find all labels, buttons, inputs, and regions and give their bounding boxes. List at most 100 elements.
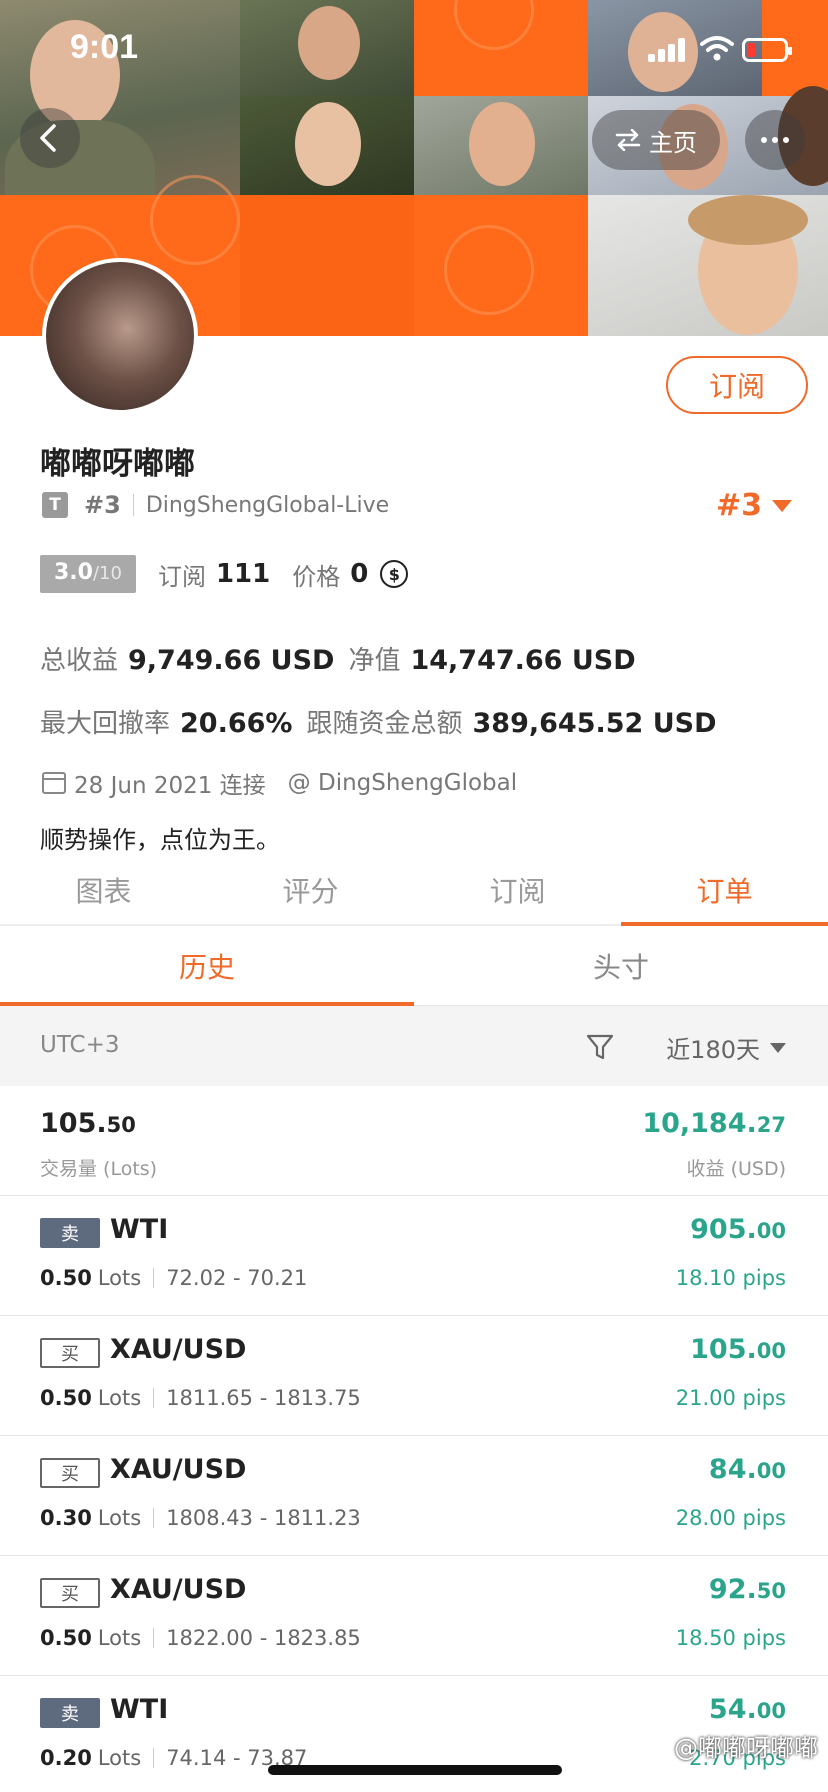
order-profit-int: 105.: [690, 1334, 757, 1365]
order-detail: 0.50 Lots 1811.65 - 1813.75: [40, 1386, 361, 1410]
equity-value: 14,747.66 USD: [410, 645, 636, 676]
subscribers-label: 订阅: [157, 562, 206, 591]
tab-rating[interactable]: 评分: [207, 862, 414, 924]
home-indicator[interactable]: [268, 1765, 562, 1775]
order-side-badge: 买: [40, 1338, 100, 1368]
total-lots-int: 105.: [40, 1108, 107, 1139]
home-button-label: 主页: [649, 128, 697, 157]
more-dot: [772, 137, 778, 143]
subtab-positions[interactable]: 头寸: [414, 928, 828, 1005]
order-detail: 0.30 Lots 1808.43 - 1811.23: [40, 1506, 361, 1530]
more-options-button[interactable]: [745, 110, 805, 170]
join-date: 28 Jun 2021 连接: [74, 773, 266, 799]
order-profit: 92.50: [709, 1574, 786, 1605]
status-bar: 9:01: [0, 0, 828, 96]
tab-chart[interactable]: 图表: [0, 862, 207, 924]
order-price-range: 72.02 - 70.21: [166, 1266, 308, 1290]
divider: [132, 494, 134, 516]
profile-name: 嘟嘟呀嘟嘟: [40, 446, 195, 482]
banner-photo: [240, 96, 414, 196]
order-lots-unit: Lots: [97, 1746, 142, 1770]
total-profit-dec: 27: [756, 1113, 786, 1137]
order-pips: 21.00 pips: [675, 1386, 786, 1410]
subtab-history[interactable]: 历史: [0, 928, 414, 1006]
tab-subscribe[interactable]: 订阅: [414, 862, 621, 924]
total-profit-value: 9,749.66 USD: [128, 645, 335, 676]
filter-bar: UTC+3 近180天: [0, 1006, 828, 1086]
follow-funds-label: 跟随资金总额: [306, 709, 463, 739]
filter-icon[interactable]: [585, 1032, 615, 1062]
follow-funds-value: 389,645.52 USD: [472, 708, 717, 739]
type-badge: T: [42, 492, 68, 518]
profit-row: 总收益 9,749.66 USD 净值 14,747.66 USD: [40, 640, 650, 677]
home-button[interactable]: 主页: [592, 110, 720, 170]
rank-label: #3: [84, 491, 121, 519]
order-subtabs: 历史 头寸: [0, 928, 828, 1006]
order-profit-dec: 00: [756, 1339, 786, 1363]
divider: [153, 1388, 155, 1408]
order-side-badge: 买: [40, 1578, 100, 1608]
order-detail: 0.50 Lots 1822.00 - 1823.85: [40, 1626, 361, 1650]
order-lots-unit: Lots: [97, 1626, 142, 1650]
subscribe-button[interactable]: 订阅: [666, 356, 808, 414]
more-dot: [761, 137, 767, 143]
order-lots-unit: Lots: [97, 1266, 142, 1290]
order-side-badge: 卖: [40, 1698, 100, 1728]
coin-icon: $: [380, 560, 409, 588]
order-side-badge: 买: [40, 1458, 100, 1488]
profile-bio: 顺势操作，点位为王。: [40, 826, 280, 854]
equity-label: 净值: [348, 646, 401, 676]
broker-link[interactable]: @ DingShengGlobal: [288, 770, 517, 796]
order-profit: 905.00: [690, 1214, 786, 1245]
profile-avatar[interactable]: [42, 258, 198, 414]
order-row[interactable]: 买 XAU/USD 0.50 Lots 1822.00 - 1823.85 92.5…: [0, 1556, 828, 1676]
period-dropdown[interactable]: 近180天: [666, 1030, 786, 1065]
max-drawdown-label: 最大回撤率: [40, 709, 171, 739]
chevron-left-icon: [40, 124, 56, 152]
total-lots-label: 交易量 (Lots): [40, 1158, 158, 1180]
total-profit-label: 总收益: [40, 646, 119, 676]
order-detail: 0.20 Lots 74.14 - 73.87: [40, 1746, 307, 1770]
order-symbol: XAU/USD: [110, 1574, 247, 1605]
banner-photo: [588, 195, 828, 336]
order-profit-int: 84.: [708, 1454, 757, 1485]
back-button[interactable]: [20, 108, 80, 168]
profile-meta: T #3 DingShengGlobal-Live: [42, 490, 389, 520]
order-lots: 0.30: [40, 1506, 92, 1530]
calendar-icon: [42, 772, 66, 794]
total-profit-label: 收益 (USD): [686, 1158, 786, 1180]
order-side-badge: 卖: [40, 1218, 100, 1248]
watermark-text: @嘟嘟呀嘟嘟: [674, 1734, 818, 1762]
caret-down-icon: [770, 1042, 786, 1053]
order-row[interactable]: 买 XAU/USD 0.30 Lots 1808.43 - 1811.23 84.0…: [0, 1436, 828, 1556]
order-profit-dec: 50: [756, 1579, 786, 1603]
order-profit-int: 905.: [690, 1214, 757, 1245]
battery-icon: [742, 38, 792, 62]
order-profit: 54.00: [709, 1694, 786, 1725]
score-row: 3.0/10 订阅 111 价格 0 $: [40, 554, 409, 594]
banner-photo: [414, 96, 588, 196]
rank-dropdown[interactable]: #3: [716, 488, 792, 523]
order-profit-dec: 00: [756, 1459, 786, 1483]
total-lots-dec: 50: [106, 1113, 136, 1137]
divider: [153, 1508, 155, 1528]
divider: [153, 1628, 155, 1648]
order-pips: 18.10 pips: [675, 1266, 786, 1290]
rating-max: /10: [92, 563, 122, 584]
caret-down-icon: [772, 499, 792, 512]
wifi-icon: [700, 36, 734, 61]
order-row[interactable]: 买 XAU/USD 0.50 Lots 1811.65 - 1813.75 105.…: [0, 1316, 828, 1436]
divider: [153, 1748, 155, 1768]
order-row[interactable]: 卖 WTI 0.50 Lots 72.02 - 70.21 905.00 18.10…: [0, 1196, 828, 1316]
tab-orders[interactable]: 订单: [621, 862, 828, 926]
divider: [153, 1268, 155, 1288]
order-price-range: 1808.43 - 1811.23: [166, 1506, 361, 1530]
order-profit-int: 92.: [708, 1574, 757, 1605]
drawdown-row: 最大回撤率 20.66% 跟随资金总额 389,645.52 USD: [40, 703, 731, 740]
order-lots-unit: Lots: [97, 1506, 142, 1530]
timezone-label: UTC+3: [40, 1032, 120, 1058]
order-price-range: 1811.65 - 1813.75: [166, 1386, 361, 1410]
order-symbol: XAU/USD: [110, 1334, 247, 1365]
join-row: 28 Jun 2021 连接 @ DingShengGlobal: [42, 766, 517, 800]
main-tabs: 图表 评分 订阅 订单: [0, 862, 828, 926]
